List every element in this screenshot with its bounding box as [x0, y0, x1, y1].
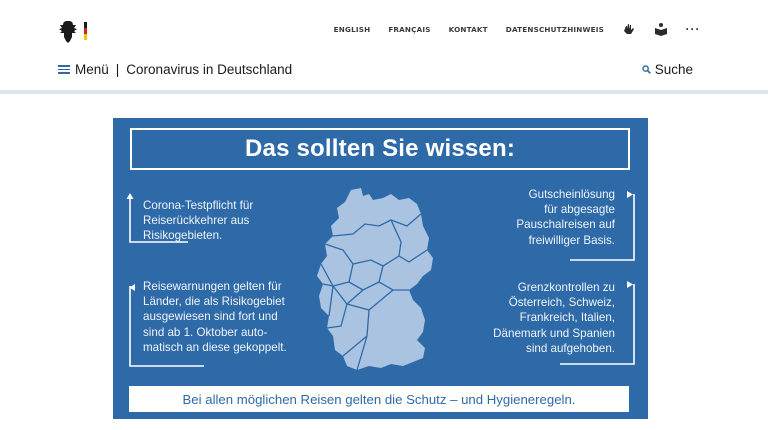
- menu-row: Menü | Coronavirus in Deutschland: [58, 62, 292, 77]
- easy-language-icon[interactable]: [654, 22, 668, 36]
- germany-map-icon: [317, 188, 433, 371]
- menu-button[interactable]: Menü: [75, 62, 109, 77]
- infographic: Das sollten Sie wissen: Corona-Testpflic…: [113, 118, 648, 419]
- more-icon[interactable]: ···: [686, 22, 700, 36]
- infographic-title: Das sollten Sie wissen:: [244, 135, 516, 162]
- search-button[interactable]: Suche: [642, 62, 693, 77]
- travel-warnings-text: Reisewarnungen gelten für Länder, die al…: [143, 280, 287, 354]
- voucher-solution-text: Gutscheinlösung für abgesagte Pauschalre…: [516, 188, 615, 247]
- search-label: Suche: [654, 62, 693, 77]
- footer-box: Bei allen möglichen Reisen gelten die Sc…: [129, 386, 629, 412]
- nav-link-datenschutzhinweis[interactable]: DATENSCHUTZHINWEIS: [506, 25, 604, 34]
- search-icon: [642, 65, 651, 74]
- federal-eagle-logo[interactable]: [58, 18, 94, 46]
- nav-link-english[interactable]: ENGLISH: [334, 25, 371, 34]
- header-divider: [0, 90, 768, 94]
- nav-link-francais[interactable]: FRANÇAIS: [388, 25, 430, 34]
- nav-link-kontakt[interactable]: KONTAKT: [449, 25, 488, 34]
- hamburger-icon[interactable]: [58, 65, 70, 74]
- site-title[interactable]: Coronavirus in Deutschland: [126, 62, 292, 77]
- top-navigation: ENGLISH FRANÇAIS KONTAKT DATENSCHUTZHINW…: [316, 22, 700, 36]
- hygiene-rules-text: Bei allen möglichen Reisen gelten die Sc…: [182, 391, 576, 407]
- infographic-title-box: Das sollten Sie wissen:: [130, 128, 630, 170]
- border-controls-text: Grenzkontrollen zu Österreich, Schweiz, …: [493, 281, 615, 355]
- separator: |: [115, 62, 120, 77]
- testing-requirement-text: Corona-Testpflicht für Reiserückkehrer a…: [143, 199, 254, 243]
- sign-language-icon[interactable]: [622, 22, 636, 36]
